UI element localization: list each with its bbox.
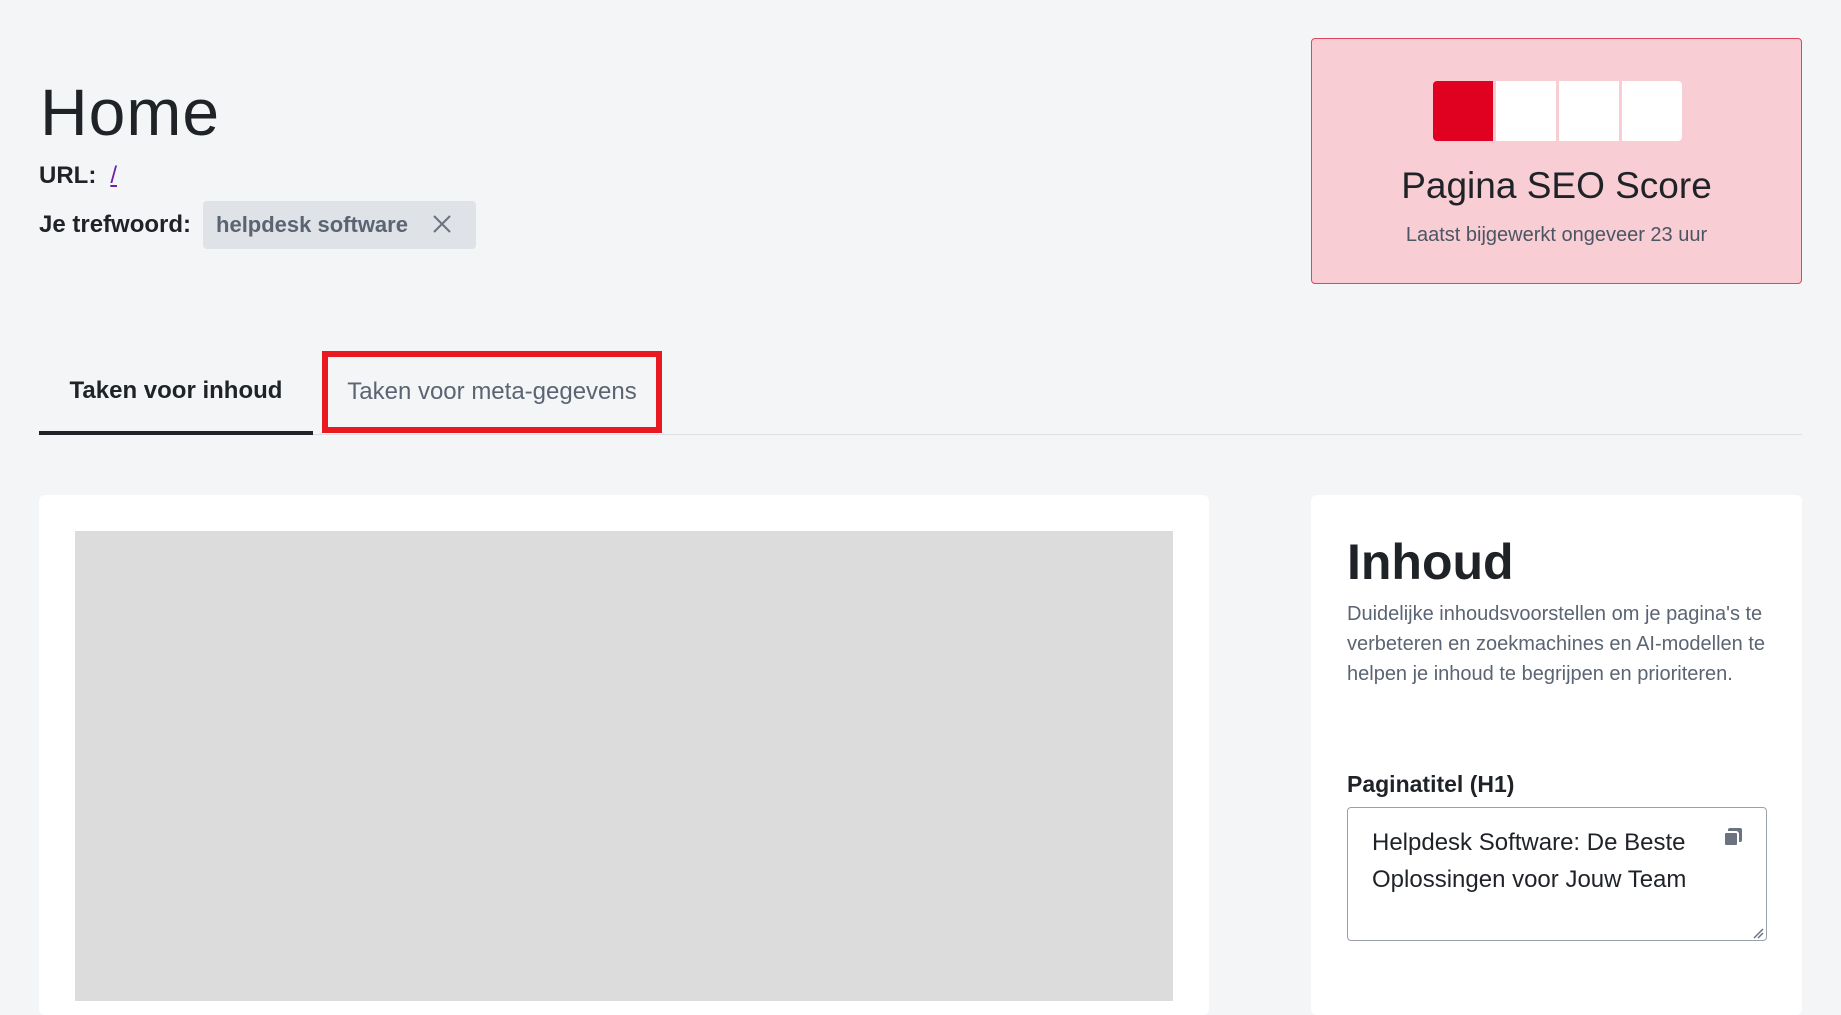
- panel-description: Duidelijke inhoudsvoorstellen om je pagi…: [1347, 603, 1766, 685]
- score-segment: [1559, 81, 1619, 141]
- tab-content-tasks[interactable]: Taken voor inhoud: [39, 350, 313, 435]
- score-segment: [1622, 81, 1682, 141]
- url-link[interactable]: /: [110, 162, 117, 189]
- score-bar: [1433, 81, 1682, 141]
- close-icon[interactable]: [432, 211, 452, 239]
- content-panel: Inhoud Duidelijke inhoudsvoorstellen om …: [1311, 495, 1802, 1015]
- page-title-field[interactable]: Helpdesk Software: De Beste Oplossingen …: [1347, 807, 1767, 941]
- url-row: URL: /: [39, 162, 117, 190]
- panel-title: Inhoud: [1347, 534, 1514, 590]
- page-preview-placeholder: [75, 531, 1173, 1001]
- preview-card: [39, 495, 1209, 1015]
- score-updated: Laatst bijgewerkt ongeveer 23 uur: [1405, 224, 1708, 246]
- score-segment-filled: [1433, 81, 1493, 141]
- page-title: Home: [40, 75, 221, 149]
- page-title-value[interactable]: Helpdesk Software: De Beste Oplossingen …: [1372, 824, 1712, 898]
- url-label: URL:: [39, 162, 97, 189]
- keyword-row: Je trefwoord: helpdesk software: [39, 201, 476, 249]
- resize-handle-icon[interactable]: [1752, 926, 1764, 939]
- keyword-value: helpdesk software: [216, 212, 408, 237]
- keyword-chip: helpdesk software: [203, 201, 476, 249]
- tab-bar: Taken voor inhoud Taken voor meta-gegeve…: [39, 350, 1802, 435]
- copy-icon[interactable]: [1722, 826, 1744, 848]
- field-label: Paginatitel (H1): [1347, 771, 1515, 797]
- keyword-label: Je trefwoord:: [39, 211, 192, 238]
- seo-score-card: Pagina SEO Score Laatst bijgewerkt ongev…: [1311, 38, 1802, 284]
- score-segment: [1496, 81, 1556, 141]
- tab-meta-tasks[interactable]: Taken voor meta-gegevens: [322, 351, 662, 433]
- score-title: Pagina SEO Score: [1401, 165, 1712, 206]
